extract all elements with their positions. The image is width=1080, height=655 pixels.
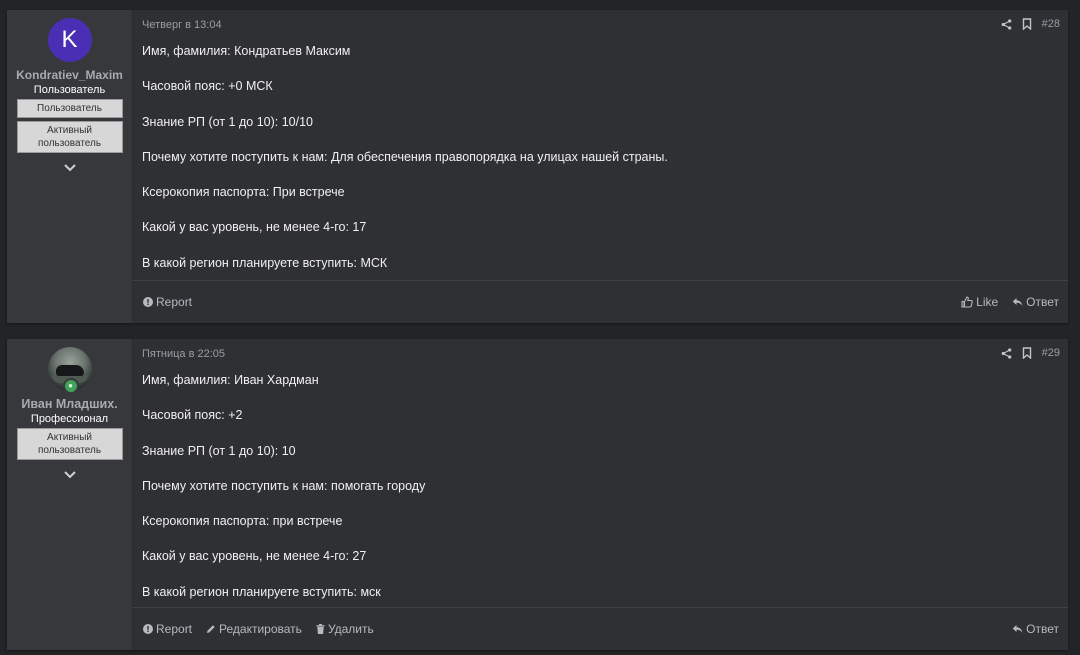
share-icon[interactable] <box>1001 347 1012 359</box>
post-line: Имя, фамилия: Иван Хардман <box>142 373 319 387</box>
user-photo-avatar[interactable]: ● <box>47 347 92 394</box>
post-line: Ксерокопия паспорта: при встрече <box>142 514 343 529</box>
report-label: Report <box>156 622 193 636</box>
avatar[interactable]: K <box>47 18 92 62</box>
post-content: Четверг в 13:04 #28 Имя, фамилия: Кондра… <box>133 10 1068 323</box>
post-footer: Report Like Ответ <box>133 280 1068 323</box>
report-button[interactable]: Report <box>143 622 192 636</box>
username[interactable]: Kondratiev_Maxim <box>16 68 123 82</box>
post-author-panel: K Kondratiev_Maxim Пользователь Пользова… <box>7 10 133 323</box>
user-title: Пользователь <box>33 84 106 96</box>
info-circle-icon <box>143 297 153 307</box>
post-body: Имя, фамилия: Иван Хардман Часовой пояс:… <box>142 373 425 620</box>
edit-button[interactable]: Редактировать <box>206 622 302 636</box>
reply-label: Ответ <box>1026 295 1059 309</box>
post-line: Знание РП (от 1 до 10): 10 <box>142 443 296 458</box>
edit-label: Редактировать <box>219 622 302 636</box>
post-date[interactable]: Четверг в 13:04 <box>142 19 222 31</box>
chevron-down-icon[interactable] <box>63 470 77 480</box>
post-footer: Report Редактировать Удалить Ответ <box>133 607 1068 650</box>
post-line: Имя, фамилия: Кондратьев Максим <box>142 44 351 58</box>
delete-label: Удалить <box>327 622 374 636</box>
post-line: Ксерокопия паспорта: При встрече <box>142 185 345 200</box>
user-badge: Пользователь <box>16 99 123 118</box>
delete-button[interactable]: Удалить <box>316 622 374 636</box>
reply-label: Ответ <box>1026 622 1059 636</box>
post-line: Знание РП (от 1 до 10): 10/10 <box>142 114 313 129</box>
reply-icon <box>1012 625 1023 633</box>
share-icon[interactable] <box>1001 18 1012 30</box>
report-button[interactable]: Report <box>143 295 192 309</box>
info-circle-icon <box>143 624 153 634</box>
user-badge: Активный пользователь <box>16 428 123 460</box>
post-line: Почему хотите поступить к нам: помогать … <box>142 478 426 493</box>
post-line: Какой у вас уровень, не менее 4-го: 17 <box>142 220 367 235</box>
user-badge: Активный пользователь <box>16 121 123 153</box>
avatar-letter: K <box>61 26 78 53</box>
like-label: Like <box>976 295 999 309</box>
pencil-icon <box>207 625 215 633</box>
bookmark-icon[interactable] <box>1022 347 1032 359</box>
like-button[interactable]: Like <box>961 295 998 309</box>
post-body: Имя, фамилия: Кондратьев Максим Часовой … <box>142 44 668 291</box>
reply-button[interactable]: Ответ <box>1012 622 1059 636</box>
post-content: Пятница в 22:05 #29 Имя, фамилия: Иван Х… <box>133 339 1068 650</box>
trash-icon <box>316 624 325 634</box>
post-28: K Kondratiev_Maxim Пользователь Пользова… <box>7 10 1068 323</box>
post-author-panel: ● Иван Младших. Профессионал Активный по… <box>7 339 133 650</box>
post-date[interactable]: Пятница в 22:05 <box>142 348 225 360</box>
bookmark-icon[interactable] <box>1022 18 1032 30</box>
thumbs-up-icon <box>961 296 973 308</box>
reply-button[interactable]: Ответ <box>1012 295 1059 309</box>
post-line: Почему хотите поступить к нам: Для обесп… <box>142 149 668 164</box>
post-meta-actions: #28 <box>1001 18 1060 30</box>
post-line: Какой у вас уровень, не менее 4-го: 27 <box>142 549 367 564</box>
post-meta-actions: #29 <box>1001 347 1060 359</box>
post-29: ● Иван Младших. Профессионал Активный по… <box>7 339 1068 650</box>
reply-icon <box>1012 298 1023 306</box>
username[interactable]: Иван Младших. <box>21 397 117 411</box>
post-number[interactable]: #28 <box>1042 18 1060 30</box>
post-line: Часовой пояс: +0 МСК <box>142 79 273 94</box>
chevron-down-icon[interactable] <box>63 163 77 173</box>
post-number[interactable]: #29 <box>1042 347 1060 359</box>
report-label: Report <box>156 295 193 309</box>
post-line: Часовой пояс: +2 <box>142 408 243 423</box>
user-title: Профессионал <box>30 413 109 425</box>
online-status-icon: ● <box>62 378 79 394</box>
avatar-photo-car <box>55 365 84 376</box>
